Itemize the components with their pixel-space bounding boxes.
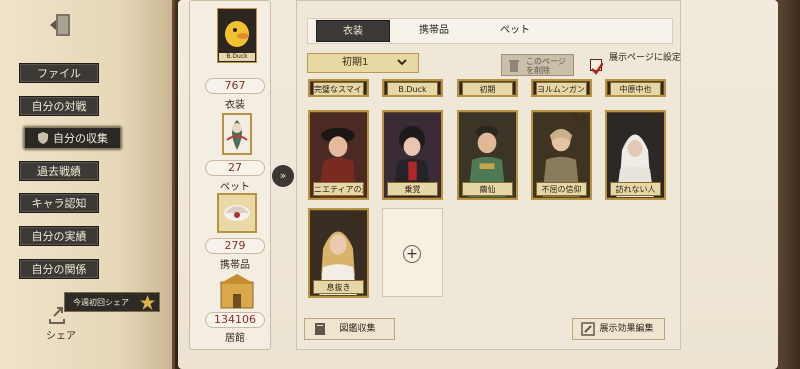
remove-page-button[interactable]: このページ を削除 xyxy=(501,54,574,76)
card-name: 初期 xyxy=(462,82,513,95)
collection-button-label: 図鑑収集 xyxy=(339,324,376,334)
share-reward-tooltip: 今週初回シェア xyxy=(64,292,160,312)
costume-card[interactable]: 乗覚 xyxy=(382,110,443,200)
costume-card[interactable]: 限定 不屈の信仰 xyxy=(531,110,592,200)
sidebar-item-label: 自分の収集 xyxy=(53,132,108,145)
display-page-label: 展示ページに設定 xyxy=(609,53,681,63)
limited-badge: 限定 xyxy=(350,212,364,220)
avatar-badge: B.Duck xyxy=(226,53,248,60)
card-name: 訪れない人 xyxy=(610,182,661,196)
book-icon xyxy=(315,323,325,335)
limited-badge: 限定 xyxy=(573,114,587,122)
share-tooltip-text: 今週初回シェア xyxy=(73,298,129,307)
pet-icon[interactable] xyxy=(217,110,257,165)
sidebar-item-label: ファイル xyxy=(37,67,81,80)
costume-card[interactable]: 中原中也 xyxy=(605,79,666,97)
edit-display-effect-button[interactable]: 展示効果編集 xyxy=(572,318,665,340)
accessory-label: 携帯品 xyxy=(220,260,250,271)
costume-card[interactable]: ニエティアの遺産 xyxy=(308,110,369,200)
add-costume-slot[interactable]: + xyxy=(382,208,443,297)
costume-label: 衣装 xyxy=(225,100,245,111)
edit-icon xyxy=(581,322,595,336)
costume-avatar[interactable]: B.Duck xyxy=(216,7,258,64)
display-page-checkbox[interactable] xyxy=(590,59,605,75)
residence-count: 134106 xyxy=(205,312,265,328)
card-name: 乗覚 xyxy=(387,182,438,196)
card-name: 繭仙 xyxy=(462,182,513,196)
frame-edge xyxy=(778,0,800,369)
tab-pet[interactable]: ペット xyxy=(478,20,552,42)
card-name: ニエティアの遺産 xyxy=(313,182,364,196)
sidebar-item-label: 過去戦績 xyxy=(37,165,81,178)
collection-catalog-button[interactable]: 図鑑収集 xyxy=(304,318,395,340)
sidebar-item-my-collection[interactable]: 自分の収集 xyxy=(24,127,121,149)
expand-chevron-icon[interactable]: » xyxy=(272,165,294,187)
card-name: 不屈の信仰 xyxy=(536,182,587,196)
card-name: 完璧なスマイル xyxy=(313,82,364,95)
costume-count: 767 xyxy=(205,78,265,94)
residence-label: 居館 xyxy=(225,333,245,344)
dropdown-value: 初期1 xyxy=(342,57,369,68)
tab-costume[interactable]: 衣装 xyxy=(316,20,390,42)
costume-card[interactable]: 繭仙 xyxy=(457,110,518,200)
costume-card[interactable]: ヨルムンガンド xyxy=(531,79,592,97)
card-name: 中原中也 xyxy=(610,82,661,95)
sidebar-item-history[interactable]: 過去戦績 xyxy=(19,161,99,181)
card-name: 息抜き xyxy=(313,280,364,294)
sidebar-item-label: キャラ認知 xyxy=(31,197,87,210)
share-label: シェア xyxy=(46,331,76,342)
sidebar-item-label: 自分の関係 xyxy=(31,263,87,276)
sidebar-item-relations[interactable]: 自分の関係 xyxy=(19,259,99,279)
costume-card[interactable]: 完璧なスマイル xyxy=(308,79,369,97)
trash-icon xyxy=(509,60,519,72)
card-name: ヨルムンガンド xyxy=(536,82,587,95)
check-icon xyxy=(591,62,605,75)
page-select-dropdown[interactable]: 初期1 xyxy=(307,53,419,73)
sidebar-item-label: 自分の対戦 xyxy=(31,100,87,113)
plus-icon: + xyxy=(403,245,421,263)
remove-label-line1: このページ xyxy=(526,57,566,66)
limited-badge: 限定 xyxy=(647,114,661,122)
sidebar-item-character-recognition[interactable]: キャラ認知 xyxy=(19,193,99,213)
sidebar-item-achievements[interactable]: 自分の実績 xyxy=(19,226,99,246)
sidebar-item-file[interactable]: ファイル xyxy=(19,63,99,83)
costume-card[interactable]: B.Duck xyxy=(382,79,443,97)
costume-card[interactable]: 初期 xyxy=(457,79,518,97)
shield-icon xyxy=(38,132,48,144)
game-collection-screen: ファイル 自分の対戦 自分の収集 過去戦績 キャラ認知 自分の実績 自分の関係 … xyxy=(0,0,800,369)
sidebar: ファイル 自分の対戦 自分の収集 過去戦績 キャラ認知 自分の実績 自分の関係 … xyxy=(0,0,175,369)
sidebar-item-my-matches[interactable]: 自分の対戦 xyxy=(19,96,99,116)
accessory-count: 279 xyxy=(205,238,265,254)
tab-accessory[interactable]: 携帯品 xyxy=(397,20,471,42)
exit-door-icon[interactable] xyxy=(46,10,76,40)
pet-count: 27 xyxy=(205,160,265,176)
edit-display-label: 展示効果編集 xyxy=(599,324,654,334)
remove-label-line2: を削除 xyxy=(526,66,550,75)
card-name: B.Duck xyxy=(387,82,438,95)
pet-label: ペット xyxy=(220,182,250,193)
chevron-down-icon xyxy=(397,59,407,66)
sidebar-item-label: 自分の実績 xyxy=(31,230,87,243)
costume-card[interactable]: 限定 息抜き xyxy=(308,208,369,298)
reward-star-icon xyxy=(140,295,155,310)
costume-card[interactable]: 限定 訪れない人 xyxy=(605,110,666,200)
